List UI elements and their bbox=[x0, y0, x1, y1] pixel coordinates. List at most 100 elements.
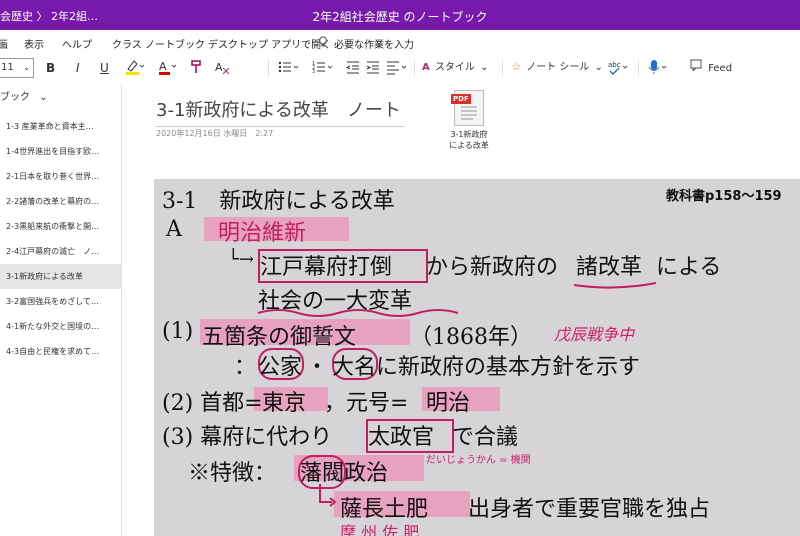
text-dokusen: 出身者で重要官職を独占 bbox=[468, 491, 710, 523]
numbered-list-icon[interactable]: 123 bbox=[312, 59, 334, 77]
styles-button[interactable]: A スタイル ⌄ bbox=[422, 59, 489, 77]
font-size-select[interactable]: 11 ⌄ bbox=[0, 58, 34, 78]
title-bar: 会歴史 〉 2年2組… 2年2組社会歴史 のノートブック bbox=[0, 0, 800, 30]
bullet-list-icon[interactable] bbox=[278, 59, 300, 77]
page-item[interactable]: 2-3黒船来航の衝撃と開… bbox=[0, 214, 121, 239]
page-item[interactable]: 4-1新たな外交と国境の… bbox=[0, 314, 121, 339]
increase-indent-icon[interactable] bbox=[366, 59, 380, 77]
clear-formatting-icon[interactable]: A bbox=[214, 59, 230, 77]
note-tags-button[interactable]: ☆ ノート シール ⌄ bbox=[512, 59, 603, 77]
text-niyoru: による bbox=[656, 249, 721, 281]
term-tokyo: 東京 bbox=[262, 385, 306, 417]
toolbar-divider bbox=[268, 60, 269, 76]
arrow-2: └→ bbox=[314, 491, 340, 512]
spelling-icon[interactable]: abc bbox=[608, 59, 630, 77]
italic-button[interactable]: I bbox=[76, 59, 80, 77]
text-gengo: ，元号= bbox=[324, 385, 408, 417]
svg-text:3: 3 bbox=[312, 69, 315, 75]
menu-item-class-notebook[interactable]: クラス ノートブック bbox=[112, 36, 205, 51]
styles-label: スタイル bbox=[435, 62, 475, 73]
arrow-1: └→ bbox=[228, 249, 254, 270]
term-meiji-ishin: 明治維新 bbox=[218, 215, 306, 247]
format-painter-icon[interactable] bbox=[190, 59, 204, 77]
text-year: （1868年） bbox=[410, 319, 532, 351]
attachment-name-line1: 3-1新政府 bbox=[440, 129, 498, 140]
text-colon: ： bbox=[234, 349, 256, 381]
svg-text:A: A bbox=[215, 61, 223, 74]
menu-item-view[interactable]: 表示 bbox=[24, 36, 44, 51]
page-item[interactable]: 4-3自由と民権を求めて… bbox=[0, 339, 121, 364]
term-daimyo: 大名 bbox=[332, 349, 376, 381]
dictate-microphone-icon[interactable] bbox=[646, 59, 670, 77]
textbook-reference: 教科書p158〜159 bbox=[666, 185, 782, 204]
text-tokucho: ※特徴： bbox=[188, 455, 276, 487]
font-size-value: 11 bbox=[1, 59, 14, 77]
toolbar-divider bbox=[502, 60, 503, 76]
styles-icon: A bbox=[422, 62, 430, 73]
term-kuge: 公家 bbox=[258, 349, 302, 381]
feedback-label: Feed bbox=[708, 63, 732, 74]
page-date: 2020年12月16日 水曜日 2:27 bbox=[156, 128, 273, 139]
page-list: 1-3 産業革命と資本主… 1-4世界進出を目指す欧… 2-1日本を取り巻く世界… bbox=[0, 114, 121, 364]
text-shuto: (2) 首都= bbox=[162, 385, 263, 417]
chevron-down-icon: ⌄ bbox=[480, 62, 488, 73]
menu-item-help[interactable]: ヘルプ bbox=[62, 36, 92, 51]
term-shokaikaku: 諸改革 bbox=[576, 249, 642, 281]
term-hanbatsu: 藩閥政治 bbox=[300, 455, 388, 487]
page-canvas[interactable]: 3-1新政府による改革 ノート 2020年12月16日 水曜日 2:27 PDF… bbox=[122, 84, 800, 536]
svg-text:abc: abc bbox=[608, 61, 621, 69]
note-boshin: 戊辰戦争中 bbox=[554, 321, 634, 345]
page-item[interactable]: 1-4世界進出を目指す欧… bbox=[0, 139, 121, 164]
tag-star-icon: ☆ bbox=[512, 62, 521, 73]
chevron-down-icon: ⌄ bbox=[39, 92, 47, 103]
page-item[interactable]: 3-2富国強兵をめざして… bbox=[0, 289, 121, 314]
text-dot: ・ bbox=[306, 349, 328, 381]
term-meiji: 明治 bbox=[426, 385, 470, 417]
open-in-desktop-app[interactable]: デスクトップ アプリで開く bbox=[208, 36, 331, 51]
lightbulb-icon bbox=[318, 36, 328, 51]
text-gogi: で合議 bbox=[452, 419, 518, 451]
note-tags-label: ノート シール bbox=[526, 62, 589, 73]
notes-heading: 3-1 新政府による改革 bbox=[162, 183, 395, 215]
chevron-down-icon: ⌄ bbox=[595, 62, 603, 73]
notebook-section-header[interactable]: ブック ⌄ bbox=[0, 88, 48, 103]
note-dajokan-reading: だいじょうかん = 機関 bbox=[426, 451, 531, 466]
toolbar-divider bbox=[414, 60, 415, 76]
pdf-attachment[interactable]: PDF 3-1新政府 による改革 bbox=[440, 90, 498, 151]
underline-button[interactable]: U bbox=[100, 59, 109, 77]
formatting-toolbar: 11 ⌄ B I U A A 123 A スタイル ⌄ ☆ ノート シール ⌄ bbox=[0, 52, 800, 85]
text-kihonhoshin: に新政府の基本方針を示す bbox=[376, 349, 640, 381]
label-a: A bbox=[166, 217, 182, 242]
chevron-down-icon: ⌄ bbox=[23, 59, 30, 77]
text-ichidaihenkaku: 社会の一大変革 bbox=[258, 283, 412, 315]
feedback-button[interactable]: Feed bbox=[690, 59, 732, 77]
term-edo-bakufu: 江戸幕府打倒 bbox=[260, 249, 392, 281]
section-header-label: ブック bbox=[0, 92, 30, 103]
page-title[interactable]: 3-1新政府による改革 ノート bbox=[156, 96, 404, 127]
attachment-name-line2: による改革 bbox=[440, 140, 498, 151]
page-item[interactable]: 2-1日本を取り巻く世界… bbox=[0, 164, 121, 189]
text-shinseifu: から新政府の bbox=[426, 249, 558, 281]
term-gokajo: 五箇条の御誓文 bbox=[202, 319, 356, 351]
menu-bar: 画 表示 ヘルプ クラス ノートブック デスクトップ アプリで開く 必要な作業を… bbox=[0, 30, 800, 52]
handwritten-notes-image: 3-1 新政府による改革 教科書p158〜159 A 明治維新 └→ 江戸幕府打… bbox=[154, 179, 800, 536]
decrease-indent-icon[interactable] bbox=[346, 59, 360, 77]
feedback-icon bbox=[690, 63, 705, 74]
label-1: (1) bbox=[162, 319, 193, 344]
page-item[interactable]: 1-3 産業革命と資本主… bbox=[0, 114, 121, 139]
tell-me-search[interactable]: 必要な作業を入力 bbox=[334, 36, 414, 51]
svg-text:A: A bbox=[159, 60, 167, 73]
note-han-names: 摩 州 佐 肥 bbox=[340, 519, 419, 536]
page-item[interactable]: 2-2諸藩の改革と幕府の… bbox=[0, 189, 121, 214]
font-color-icon[interactable]: A bbox=[158, 59, 178, 77]
menu-item-draw[interactable]: 画 bbox=[0, 36, 8, 51]
page-item-active[interactable]: 3-1新政府による改革 bbox=[0, 264, 121, 289]
page-item[interactable]: 2-4江戸幕府の滅亡 ノ… bbox=[0, 239, 121, 264]
highlight-icon[interactable] bbox=[125, 59, 145, 77]
text-bakufu-kawari: (3) 幕府に代わり bbox=[162, 419, 332, 451]
align-icon[interactable] bbox=[386, 59, 408, 77]
window-title: 2年2組社会歴史 のノートブック bbox=[0, 8, 800, 25]
toolbar-divider bbox=[638, 60, 639, 76]
bold-button[interactable]: B bbox=[46, 59, 55, 77]
term-dajokan: 太政官 bbox=[368, 419, 434, 451]
